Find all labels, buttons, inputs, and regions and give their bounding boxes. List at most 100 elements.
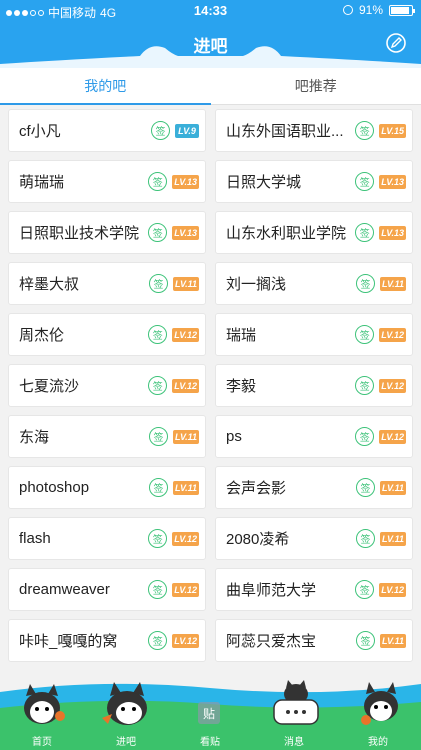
level-badge: LV.13 [172,174,199,189]
nav-home[interactable]: 首页 [0,733,84,748]
sign-in-icon[interactable]: 签 [355,172,375,191]
sign-in-icon[interactable]: 签 [148,325,168,344]
page-title: 进吧 [193,37,228,56]
forum-item[interactable]: 山东水利职业学院签 LV.13 [215,211,413,254]
sign-in-icon[interactable]: 签 [148,223,168,242]
forum-name: 刘一搁浅 [226,276,287,293]
level-badge: LV.13 [379,174,406,189]
level-badge: LV.12 [379,582,406,597]
forum-name: 瑞瑞 [226,327,257,344]
forum-item[interactable]: 日照大学城 签 LV.13 [215,160,413,203]
forum-item[interactable]: 曲阜师范大学 签 LV.12 [215,568,413,611]
forum-name: 周杰伦 [19,327,65,344]
level-badge: LV.11 [172,276,199,291]
bottom-nav: 贴 首页 进吧 看贴 消息 我的 [0,678,421,750]
sign-in-icon[interactable]: 签 [355,631,375,650]
level-badge: LV.9 [175,123,199,138]
sign-in-icon[interactable]: 签 [148,580,168,599]
forum-name: ps [226,428,242,445]
forum-name: 李毅 [226,378,257,395]
forum-item[interactable]: cf小凡 签 LV.9 [8,109,206,152]
nav-messages-label: 消息 [284,737,304,748]
enter-forum-dog-icon[interactable] [96,678,158,730]
sign-in-icon[interactable]: 签 [148,427,168,446]
sign-in-icon[interactable]: 签 [148,376,168,395]
forum-item[interactable]: 萌瑞瑞 签 LV.13 [8,160,206,203]
nav-messages[interactable]: 消息 [252,733,336,748]
level-badge: LV.11 [379,633,406,648]
forum-item[interactable]: photoshop 签 LV.11 [8,466,206,509]
nav-browse-posts[interactable]: 看贴 [168,733,252,748]
forum-name: 日照大学城 [226,174,302,191]
sign-in-icon[interactable]: 签 [355,274,375,293]
sign-in-icon[interactable]: 签 [148,274,168,293]
forum-item[interactable]: ps 签 LV.12 [215,415,413,458]
forum-item[interactable]: 阿蕊只爱杰宝 签 LV.11 [215,619,413,662]
forum-item[interactable]: 2080凌希 签 LV.11 [215,517,413,560]
forum-item[interactable]: 刘一搁浅 签 LV.11 [215,262,413,305]
forum-name: 日照职业技术学院 [19,225,140,242]
sign-in-icon[interactable]: 签 [355,580,375,599]
level-badge: LV.11 [172,429,199,444]
level-badge: LV.12 [379,378,406,393]
level-badge: LV.11 [379,480,406,495]
forum-item[interactable]: 七夏流沙 签 LV.12 [8,364,206,407]
sign-in-icon[interactable]: 签 [148,529,168,548]
browse-posts-icon[interactable]: 贴 [196,700,222,726]
nav-enter-forum[interactable]: 进吧 [84,733,168,748]
sign-in-icon[interactable]: 签 [355,121,375,140]
forum-name: cf小凡 [19,123,61,140]
nav-browse-posts-label: 看贴 [200,737,220,748]
forum-item[interactable]: 梓墨大叔 签 LV.11 [8,262,206,305]
forum-item[interactable]: 日照职业技术学院签 LV.13 [8,211,206,254]
tab-recommended[interactable]: 吧推荐 [211,68,421,104]
level-badge: LV.12 [172,531,199,546]
forum-name: 萌瑞瑞 [19,174,65,191]
home-dog-icon[interactable] [14,682,70,728]
nav-profile[interactable]: 我的 [336,733,420,748]
level-badge: LV.12 [379,429,406,444]
forum-item[interactable]: 李毅 签 LV.12 [215,364,413,407]
level-badge: LV.12 [379,327,406,342]
nav-profile-label: 我的 [368,737,388,748]
forum-name: 山东外国语职业... [226,123,344,140]
forum-name: dreamweaver [19,581,110,598]
sign-in-icon[interactable]: 签 [355,325,375,344]
forum-item[interactable]: 瑞瑞 签 LV.12 [215,313,413,356]
svg-text:贴: 贴 [203,707,215,721]
sign-in-icon[interactable]: 签 [355,427,375,446]
sign-in-icon[interactable]: 签 [355,478,375,497]
battery-icon [389,4,415,16]
forum-grid: cf小凡签 LV.9 山东外国语职业... 签 LV.15 萌瑞瑞签 LV.13 日照大学城签… [8,109,413,662]
forum-item[interactable]: 山东外国语职业... 签 LV.15 [215,109,413,152]
forum-name: photoshop [19,479,90,496]
level-badge: LV.11 [379,531,406,546]
sign-in-icon[interactable]: 签 [148,172,168,191]
forum-item[interactable]: dreamweaver 签 LV.12 [8,568,206,611]
sign-in-icon[interactable]: 签 [355,376,375,395]
forum-item[interactable]: flash 签 LV.12 [8,517,206,560]
forum-item[interactable]: 东海 签 LV.11 [8,415,206,458]
forum-item[interactable]: 会声会影 签 LV.11 [215,466,413,509]
forum-item[interactable]: 咔咔_嘎嘎的窝 签 LV.12 [8,619,206,662]
rotation-lock-icon [342,5,353,15]
tab-bar: 我的吧 吧推荐 [0,68,421,105]
sign-in-icon[interactable]: 签 [148,478,168,497]
status-bar: 中国移动 4G 14:33 91% [0,0,421,22]
sign-in-icon[interactable]: 签 [148,631,168,650]
forum-item[interactable]: 周杰伦 签 LV.12 [8,313,206,356]
sign-in-icon[interactable]: 签 [151,121,170,140]
messages-dog-icon[interactable] [266,680,326,728]
level-badge: LV.13 [379,225,406,240]
profile-dog-icon[interactable] [352,680,410,730]
status-right: 91% [342,3,415,17]
sign-in-icon[interactable]: 签 [355,529,375,548]
forum-name: 2080凌希 [226,531,290,548]
tab-my-forums[interactable]: 我的吧 [0,68,211,105]
battery-percent: 91% [358,3,383,17]
header-bar: 中国移动 4G 14:33 91% 进吧 [0,0,421,68]
forum-name: 七夏流沙 [19,378,80,395]
sign-in-icon[interactable]: 签 [355,223,375,242]
level-badge: LV.11 [172,480,199,495]
edit-icon[interactable] [385,32,407,54]
